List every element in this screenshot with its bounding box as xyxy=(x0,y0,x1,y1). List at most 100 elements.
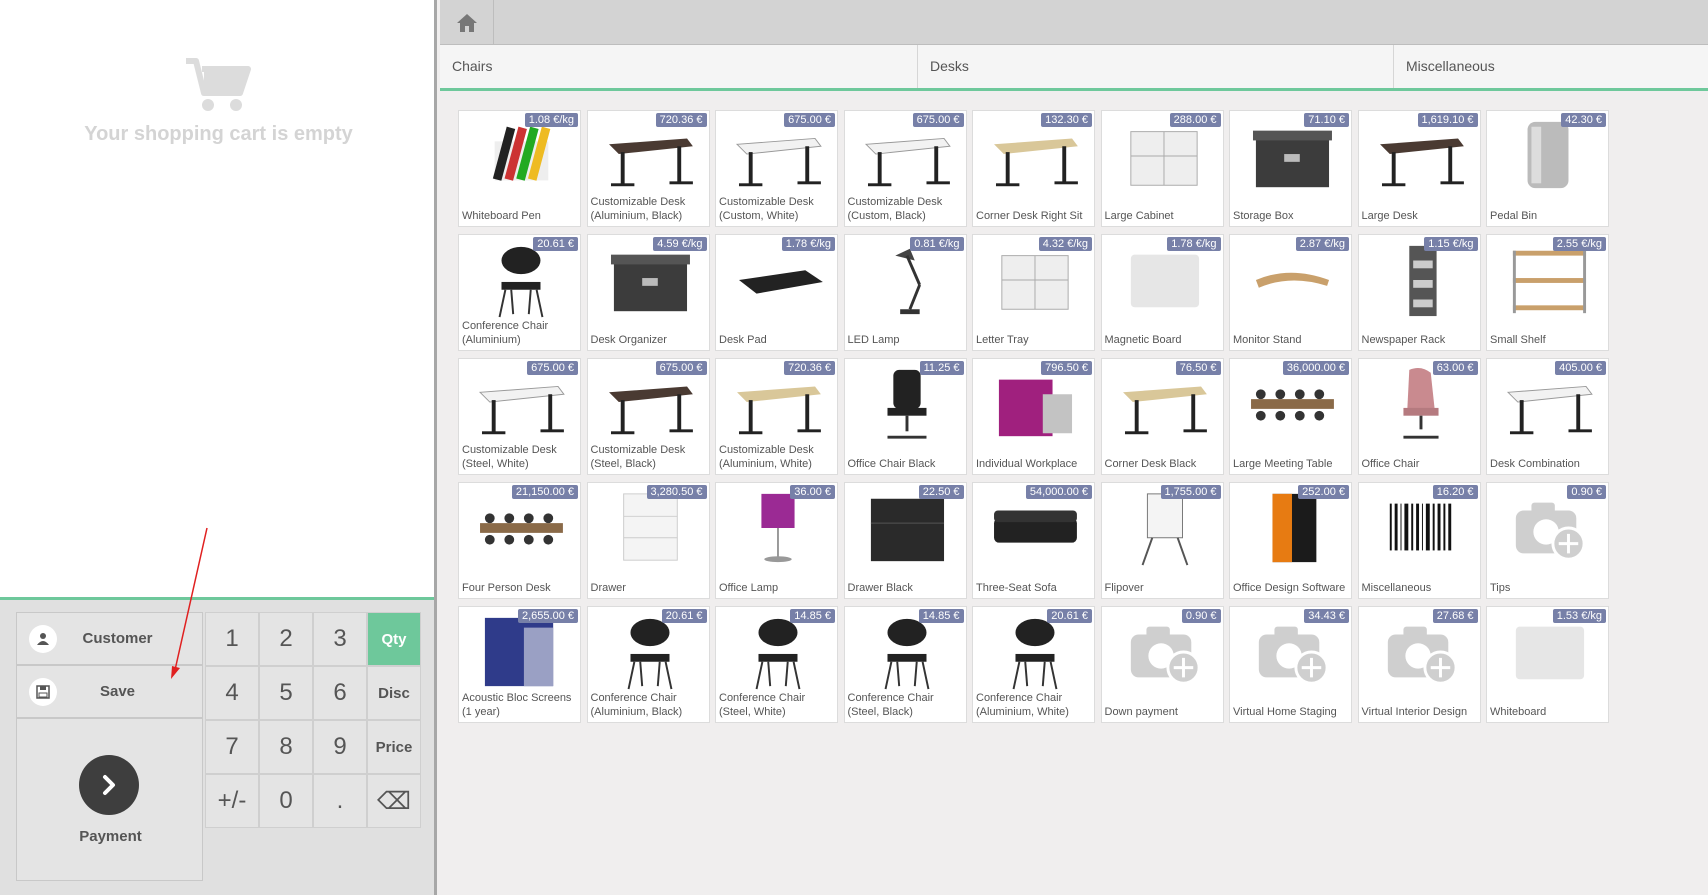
numpad-key-7[interactable]: 7 xyxy=(205,720,259,774)
desk-wood-icon xyxy=(994,138,1078,187)
save-button[interactable]: Save xyxy=(16,665,203,718)
product-card[interactable]: 252.00 € Office Design Software xyxy=(1229,482,1352,599)
product-card[interactable]: 2.55 €/kg Small Shelf xyxy=(1486,234,1609,351)
numpad-key-9[interactable]: 9 xyxy=(313,720,367,774)
product-name: Desk Pad xyxy=(719,334,767,346)
plus-minus-key[interactable]: +/- xyxy=(205,774,259,828)
decimal-key[interactable]: . xyxy=(313,774,367,828)
price-tag: 4.59 €/kg xyxy=(653,237,707,251)
product-card[interactable]: 132.30 € Corner Desk Right Sit xyxy=(972,110,1095,227)
product-name: Drawer Black xyxy=(847,582,913,594)
product-card[interactable]: 36,000.00 € Large Meeting Table xyxy=(1229,358,1352,475)
product-card[interactable]: 1,755.00 € Flipover xyxy=(1100,482,1224,599)
price-tag: 21,150.00 € xyxy=(511,485,578,499)
payment-button[interactable]: Payment xyxy=(16,718,203,881)
product-card[interactable]: 71.10 € Storage Box xyxy=(1229,110,1352,227)
product-card[interactable]: 675.00 € Customizable Desk (Custom, Black… xyxy=(843,110,967,227)
product-card[interactable]: 4.59 €/kg Desk Organizer xyxy=(586,234,710,351)
product-card[interactable]: 0.81 €/kg LED Lamp xyxy=(843,234,967,351)
price-tag: 36,000.00 € xyxy=(1282,361,1349,375)
product-card[interactable]: 2,655.00 € Acoustic Bloc Screens (1 year) xyxy=(458,606,581,723)
product-card[interactable]: 1.08 €/kg Whiteboard Pen xyxy=(458,110,581,227)
numpad-key-6[interactable]: 6 xyxy=(313,666,367,720)
product-card[interactable]: 720.36 € Customizable Desk (Aluminium, Bl… xyxy=(586,110,710,227)
product-card[interactable]: 14.85 € Conference Chair (Steel, White) xyxy=(715,606,838,723)
product-card[interactable]: 0.90 € Down payment xyxy=(1100,606,1224,723)
product-name: Miscellaneous xyxy=(1361,582,1432,594)
desk-wood-icon xyxy=(1122,386,1207,435)
product-card[interactable]: 796.50 € Individual Workplace xyxy=(972,358,1095,475)
product-card[interactable]: 0.90 € Tips xyxy=(1486,482,1609,599)
product-card[interactable]: 20.61 € Conference Chair (Aluminium, Blac… xyxy=(586,606,710,723)
software-icon xyxy=(1272,493,1317,563)
numpad-key-8[interactable]: 8 xyxy=(259,720,313,774)
product-card[interactable]: 2.87 €/kg Monitor Stand xyxy=(1229,234,1352,351)
product-card[interactable]: 27.68 € Virtual Interior Design xyxy=(1357,606,1481,723)
user-icon xyxy=(29,624,57,653)
numpad-key-0[interactable]: 0 xyxy=(259,774,313,828)
product-card[interactable]: 11.25 € Office Chair Black xyxy=(843,358,967,475)
product-card[interactable]: 34.43 € Virtual Home Staging xyxy=(1229,606,1352,723)
product-card[interactable]: 20.61 € Conference Chair (Aluminium) xyxy=(458,234,581,351)
numpad-key-5[interactable]: 5 xyxy=(259,666,313,720)
product-card[interactable]: 54,000.00 € Three-Seat Sofa xyxy=(972,482,1095,599)
discount-mode-button[interactable]: Disc xyxy=(367,666,421,720)
product-card[interactable]: 675.00 € Customizable Desk (Steel, White) xyxy=(458,358,581,475)
product-card[interactable]: 22.50 € Drawer Black xyxy=(843,482,967,599)
product-card[interactable]: 3,280.50 € Drawer xyxy=(586,482,710,599)
price-tag: 14.85 € xyxy=(918,609,964,623)
product-card[interactable]: 36.00 € Office Lamp xyxy=(715,482,838,599)
price-mode-button[interactable]: Price xyxy=(367,720,421,774)
product-name: Small Shelf xyxy=(1490,334,1546,346)
product-name: Four Person Desk xyxy=(462,582,551,594)
numpad-key-4[interactable]: 4 xyxy=(205,666,259,720)
numpad-key-2[interactable]: 2 xyxy=(259,612,313,666)
order-pane: Your shopping cart is empty Customer Sav… xyxy=(0,0,437,895)
product-card[interactable]: 1.78 €/kg Desk Pad xyxy=(715,234,838,351)
desk-white-icon xyxy=(1506,385,1593,435)
desk-dark-icon xyxy=(608,138,693,187)
product-card[interactable]: 4.32 €/kg Letter Tray xyxy=(972,234,1095,351)
backspace-key[interactable]: ⌫ xyxy=(367,774,421,828)
product-name: Letter Tray xyxy=(976,334,1029,346)
numpad-key-1[interactable]: 1 xyxy=(205,612,259,666)
product-card[interactable]: 16.20 € Miscellaneous xyxy=(1357,482,1481,599)
shelf-icon xyxy=(1512,250,1587,314)
category-chairs[interactable]: Chairs xyxy=(440,45,918,88)
price-tag: 36.00 € xyxy=(790,485,835,499)
product-card[interactable]: 675.00 € Customizable Desk (Custom, White… xyxy=(715,110,838,227)
box-icon xyxy=(1252,130,1332,188)
category-desks[interactable]: Desks xyxy=(918,45,1394,88)
product-card[interactable]: 1.15 €/kg Newspaper Rack xyxy=(1357,234,1481,351)
category-miscellaneous[interactable]: Miscellaneous xyxy=(1394,45,1708,88)
product-name: Whiteboard xyxy=(1490,706,1547,718)
product-card[interactable]: 1,619.10 € Large Desk xyxy=(1357,110,1481,227)
product-name: Desk Organizer xyxy=(590,334,667,346)
product-card[interactable]: 1.78 €/kg Magnetic Board xyxy=(1100,234,1224,351)
pad-icon xyxy=(738,270,823,294)
product-card[interactable]: 21,150.00 € Four Person Desk xyxy=(458,482,581,599)
price-tag: 720.36 € xyxy=(784,361,835,375)
product-card[interactable]: 14.85 € Conference Chair (Steel, Black) xyxy=(843,606,967,723)
product-card[interactable]: 1.53 €/kg Whiteboard xyxy=(1486,606,1609,723)
customer-button[interactable]: Customer xyxy=(16,612,203,665)
numpad-key-3[interactable]: 3 xyxy=(313,612,367,666)
product-name: Office Design Software xyxy=(1233,582,1346,594)
home-button[interactable] xyxy=(440,0,494,45)
price-tag: 71.10 € xyxy=(1304,113,1349,127)
barcode-icon xyxy=(1389,503,1451,551)
product-card[interactable]: 42.30 € Pedal Bin xyxy=(1486,110,1609,227)
home-icon xyxy=(456,13,477,32)
product-card[interactable]: 720.36 € Customizable Desk (Aluminium, Wh… xyxy=(715,358,838,475)
product-name: Storage Box xyxy=(1233,210,1294,222)
product-card[interactable]: 405.00 € Desk Combination xyxy=(1486,358,1609,475)
product-card[interactable]: 20.61 € Conference Chair (Aluminium, Whit… xyxy=(972,606,1095,723)
drawer-black-icon xyxy=(870,498,944,562)
product-card[interactable]: 76.50 € Corner Desk Black xyxy=(1100,358,1224,475)
price-tag: 54,000.00 € xyxy=(1025,485,1092,499)
qty-mode-button[interactable]: Qty xyxy=(367,612,421,666)
product-card[interactable]: 288.00 € Large Cabinet xyxy=(1100,110,1224,227)
product-card[interactable]: 675.00 € Customizable Desk (Steel, Black) xyxy=(586,358,710,475)
chevron-right-icon xyxy=(79,755,139,815)
product-card[interactable]: 63.00 € Office Chair xyxy=(1357,358,1481,475)
